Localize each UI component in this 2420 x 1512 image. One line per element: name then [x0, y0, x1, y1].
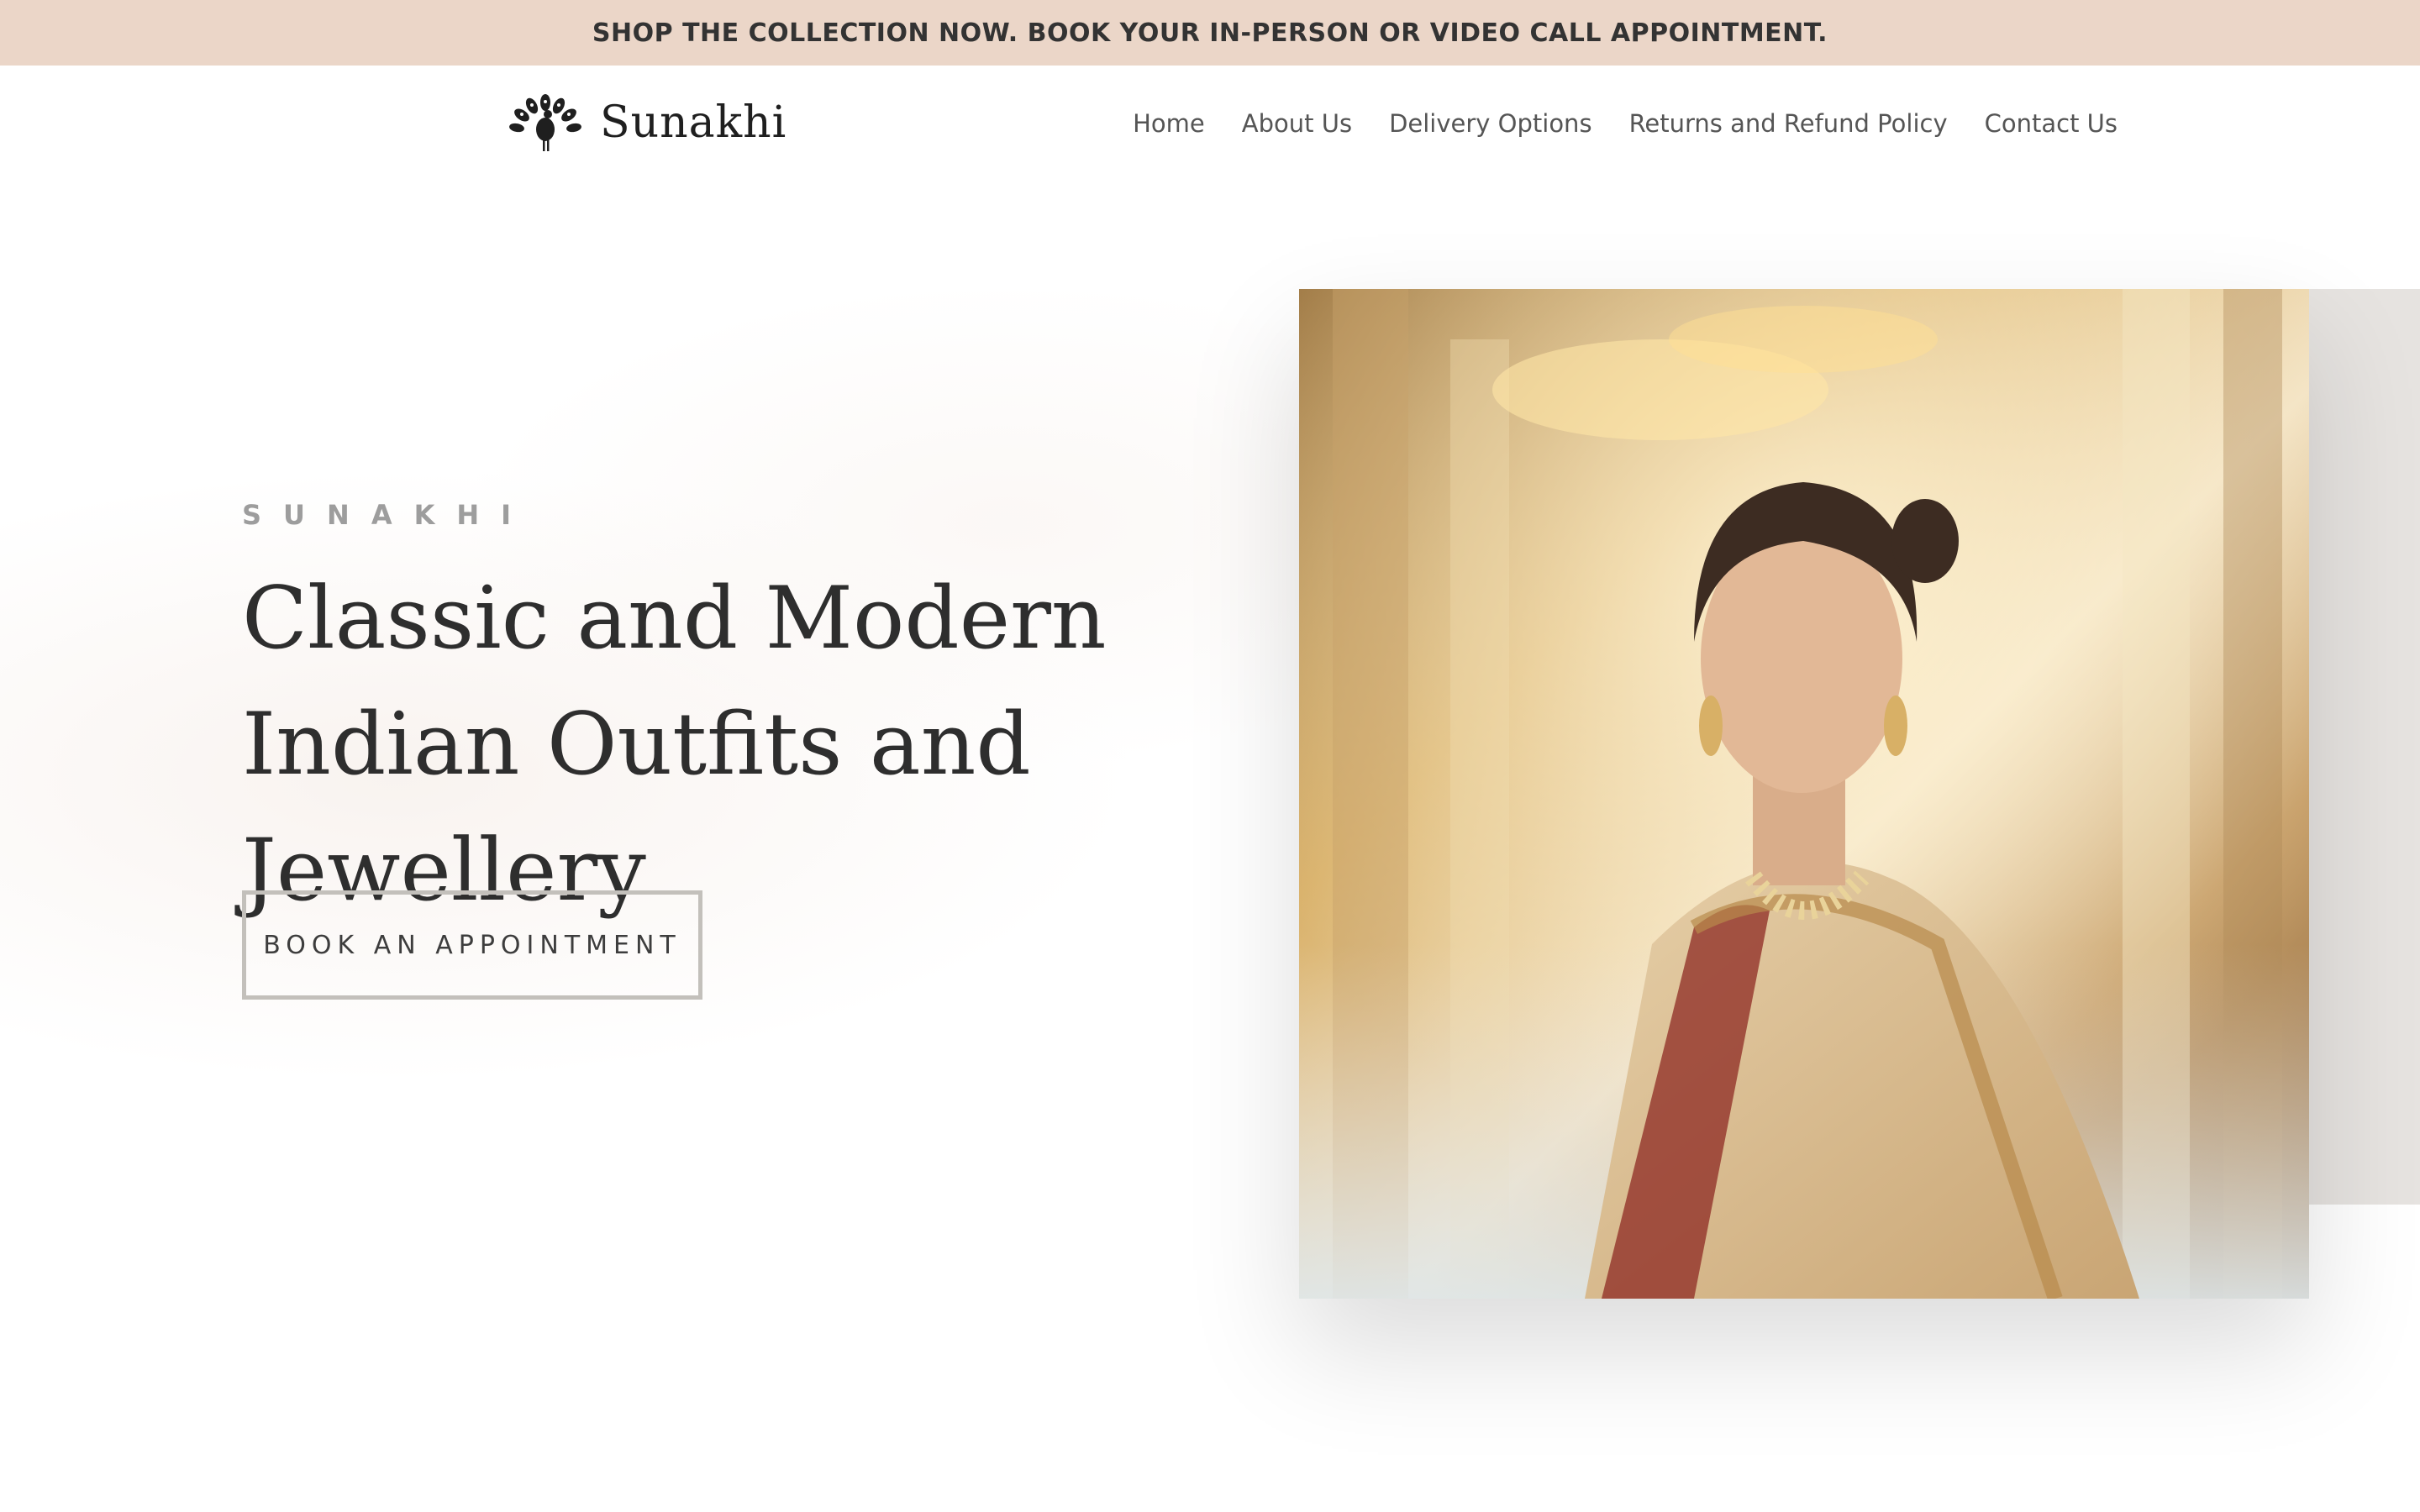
announcement-bar: SHOP THE COLLECTION NOW. BOOK YOUR IN-PE…	[0, 0, 2420, 66]
main-nav: Home About Us Delivery Options Returns a…	[1096, 109, 2118, 138]
nav-delivery-options[interactable]: Delivery Options	[1389, 109, 1592, 138]
book-appointment-button[interactable]: BOOK AN APPOINTMENT	[242, 890, 702, 1000]
nav-contact-us[interactable]: Contact Us	[1985, 109, 2118, 138]
site-header: Sunakhi Home About Us Delivery Options R…	[0, 66, 2420, 188]
site-logo[interactable]: Sunakhi	[509, 91, 786, 155]
nav-home[interactable]: Home	[1133, 109, 1205, 138]
nav-returns-refund-policy[interactable]: Returns and Refund Policy	[1629, 109, 1948, 138]
hero-image	[1299, 289, 2309, 1299]
hero-title: Classic and Modern Indian Outfits and Je…	[242, 569, 1107, 921]
logo-text: Sunakhi	[600, 97, 787, 148]
peacock-icon	[509, 94, 581, 151]
hero-eyebrow: SUNAKHI	[242, 499, 534, 531]
announcement-text: SHOP THE COLLECTION NOW. BOOK YOUR IN-PE…	[592, 18, 1828, 48]
hero-image-illustration	[1299, 289, 2309, 1299]
nav-about-us[interactable]: About Us	[1242, 109, 1352, 138]
